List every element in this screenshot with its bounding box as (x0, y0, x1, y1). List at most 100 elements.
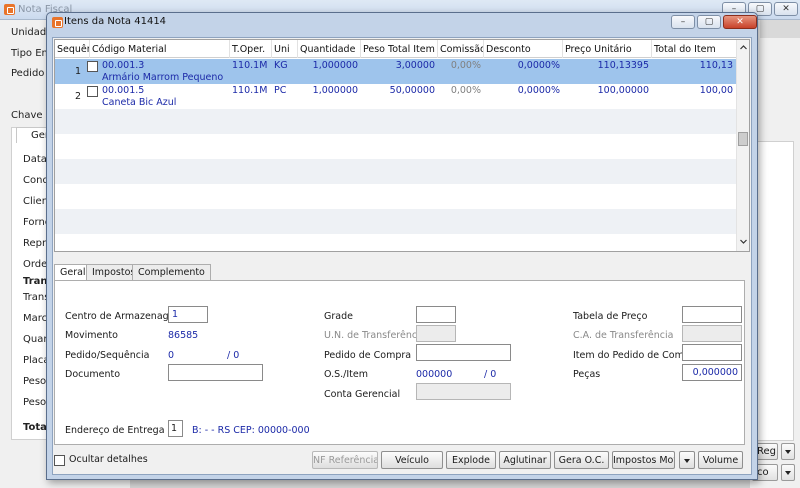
conta-gerencial-label: Conta Gerencial (324, 389, 401, 400)
documento-label: Documento (65, 369, 121, 380)
column-header-comissao[interactable]: Comissão (438, 40, 484, 58)
empty-row (55, 209, 736, 234)
tabela-preco-label: Tabela de Preço (573, 311, 648, 322)
parent-label-pedido: Pedido (11, 68, 45, 79)
row-uni: PC (274, 85, 287, 96)
row-t-oper: 110.1M (232, 85, 268, 96)
row-desc: Caneta Bic Azul (102, 97, 177, 108)
un-transferencia-input (416, 325, 456, 342)
chevron-down-icon[interactable] (781, 443, 795, 460)
row-total: 110,13 (699, 60, 733, 71)
movimento-value: 86585 (168, 330, 199, 341)
column-header-quantidade[interactable]: Quantidade (298, 40, 361, 58)
column-header-total-item[interactable]: Total do Item (652, 40, 736, 58)
dialog-body: Sequência Código Material T.Oper. Uni Qu… (52, 37, 752, 475)
row-seq: 1 (75, 66, 82, 77)
row-checkbox[interactable] (87, 61, 98, 72)
parent-label-transporte: Tran (23, 276, 48, 287)
grid-header: Sequência Código Material T.Oper. Uni Qu… (55, 40, 736, 58)
row-unit-price: 110,13395 (597, 60, 649, 71)
row-commission: 0,00% (450, 85, 481, 96)
column-header-preco-unitario[interactable]: Preço Unitário (563, 40, 652, 58)
checkbox-box[interactable] (54, 455, 65, 466)
row-seq: 2 (75, 91, 82, 102)
chevron-down-icon[interactable] (740, 238, 747, 245)
veiculo-button[interactable]: Veículo (381, 451, 443, 469)
row-code: 00.001.5 (102, 85, 145, 96)
nf-referencia-button[interactable]: NF Referência (312, 451, 378, 469)
close-icon[interactable]: ✕ (774, 2, 798, 16)
items-grid[interactable]: Sequência Código Material T.Oper. Uni Qu… (54, 39, 750, 252)
un-transferencia-label: U.N. de Transferência (324, 330, 426, 341)
items-dialog: Itens da Nota 41414 – ▢ ✕ Sequência Códi… (46, 12, 758, 480)
pecas-label: Peças (573, 369, 601, 380)
chevron-down-icon[interactable] (679, 451, 695, 469)
pedido-sequencia-label: Pedido/Sequência (65, 350, 150, 361)
empty-row (55, 109, 736, 134)
row-unit-price: 100,00000 (597, 85, 649, 96)
hide-details-label: Ocultar detalhes (69, 454, 148, 465)
endereco-entrega-text: B: - - RS CEP: 00000-000 (192, 425, 310, 436)
close-icon[interactable]: ✕ (723, 15, 757, 29)
tab-complemento[interactable]: Complemento (132, 264, 211, 280)
row-qty: 1,000000 (312, 60, 358, 71)
parent-toolbar-strip (760, 20, 800, 38)
table-row[interactable]: 1 00.001.3 Armário Marrom Pequeno 110.1M… (55, 59, 736, 84)
row-discount: 0,0000% (517, 60, 560, 71)
row-weight: 3,00000 (395, 60, 435, 71)
explode-button[interactable]: Explode (446, 451, 496, 469)
empty-row (55, 184, 736, 209)
os-item-sep: / 0 (484, 369, 497, 380)
parent-label-data: Data (23, 154, 47, 165)
dialog-title: Itens da Nota 41414 (64, 16, 167, 27)
table-row[interactable]: 2 00.001.5 Caneta Bic Azul 110.1M PC 1,0… (55, 84, 736, 109)
item-pedido-compra-input[interactable] (682, 344, 742, 361)
maximize-icon[interactable]: ▢ (697, 15, 721, 29)
pedido-compra-input[interactable] (416, 344, 511, 361)
row-t-oper: 110.1M (232, 60, 268, 71)
column-header-uni[interactable]: Uni (272, 40, 298, 58)
os-item-label: O.S./Item (324, 369, 368, 380)
tabela-preco-input[interactable] (682, 306, 742, 323)
row-qty: 1,000000 (312, 85, 358, 96)
empty-row (55, 159, 736, 184)
volume-button[interactable]: Volume (698, 451, 743, 469)
pedido-sequencia-value: 0 (168, 350, 175, 361)
aglutinar-button[interactable]: Aglutinar (499, 451, 551, 469)
row-total: 100,00 (699, 85, 733, 96)
app-icon (4, 4, 15, 15)
endereco-entrega-input[interactable]: 1 (168, 420, 183, 437)
app-icon (52, 17, 63, 28)
pedido-sequencia-sep: / 0 (227, 350, 240, 361)
column-header-peso-total[interactable]: Peso Total Item (361, 40, 438, 58)
ca-transferencia-label: C.A. de Transferência (573, 330, 674, 341)
column-header-desconto[interactable]: Desconto (484, 40, 563, 58)
dialog-caption-buttons: – ▢ ✕ (671, 15, 757, 29)
gera-oc-button[interactable]: Gera O.C. (554, 451, 609, 469)
parent-right-panel (757, 141, 794, 441)
column-header-codigo-material[interactable]: Código Material (90, 40, 230, 58)
grid-vertical-scrollbar[interactable] (736, 40, 749, 251)
grade-input[interactable] (416, 306, 456, 323)
impostos-movto-button[interactable]: Impostos Movto (612, 451, 675, 469)
pecas-input[interactable]: 0,000000 (682, 364, 742, 381)
column-header-sequencia[interactable]: Sequência (55, 40, 90, 58)
chevron-down-icon[interactable] (781, 464, 795, 481)
empty-row (55, 134, 736, 159)
os-item-value: 000000 (416, 369, 453, 380)
parent-label-peso-liquido: Peso (23, 376, 47, 387)
centro-armazenagem-input[interactable]: 1 (168, 306, 208, 323)
row-checkbox[interactable] (87, 86, 98, 97)
documento-input[interactable] (168, 364, 263, 381)
grade-label: Grade (324, 311, 353, 322)
minimize-icon[interactable]: – (671, 15, 695, 29)
item-pedido-compra-label: Item do Pedido de Compra (573, 350, 700, 361)
centro-armazenagem-label: Centro de Armazenagem (65, 311, 184, 322)
column-header-t-oper[interactable]: T.Oper. (230, 40, 272, 58)
row-discount: 0,0000% (517, 85, 560, 96)
empty-row (55, 234, 736, 251)
scrollbar-thumb[interactable] (738, 132, 748, 146)
conta-gerencial-input (416, 383, 511, 400)
chevron-up-icon[interactable] (740, 44, 747, 51)
row-desc: Armário Marrom Pequeno (102, 72, 224, 83)
